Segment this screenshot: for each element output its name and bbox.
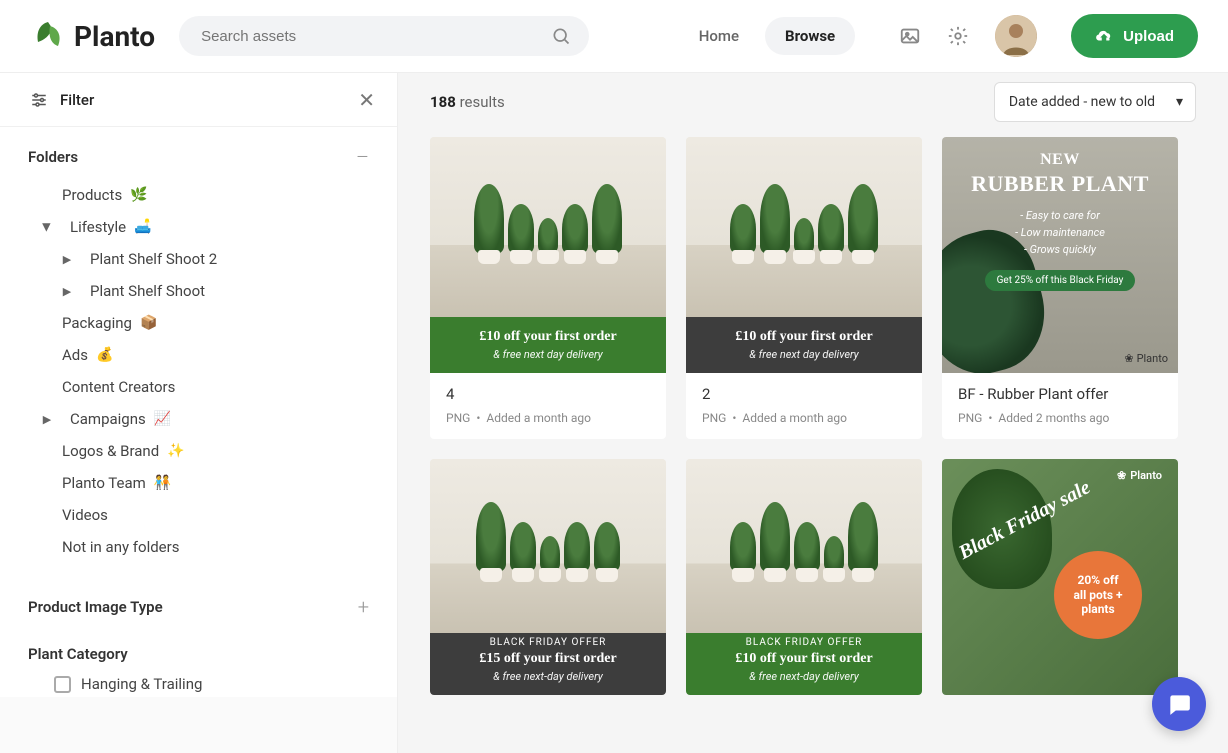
asset-thumb: ❀Planto Black Friday sale 20% off all po… [942, 459, 1178, 695]
brand-logo[interactable]: Planto [30, 18, 155, 54]
folder-lifestyle[interactable]: ▶Lifestyle🛋️ [28, 211, 369, 243]
chevron-right-icon: ▶ [40, 413, 54, 426]
asset-thumb: ❀Planto £10 off your first order & free … [686, 137, 922, 373]
results-count: 188 results [430, 93, 505, 111]
planto-badge: ❀Planto [1124, 352, 1168, 365]
filter-header: Filter ✕ [0, 73, 397, 127]
search-wrap [179, 16, 589, 56]
asset-card[interactable]: ❀Planto £10 off your first order & free … [686, 137, 922, 439]
primary-nav: Home Browse [679, 17, 855, 55]
leaf-icon: ❀ [1117, 469, 1126, 482]
asset-title: 4 [446, 385, 650, 403]
user-avatar[interactable] [995, 15, 1037, 57]
nav-home[interactable]: Home [679, 17, 759, 55]
cloud-upload-icon [1095, 27, 1113, 45]
expand-icon: + [358, 595, 369, 619]
asset-card[interactable]: NEW RUBBER PLANT - Easy to care for - Lo… [942, 137, 1178, 439]
section-plant-category-header[interactable]: Plant Category [28, 641, 369, 667]
app-header: Planto Home Browse Upload [0, 0, 1228, 73]
checkbox-label: Hanging & Trailing [81, 675, 202, 693]
promo-banner: BLACK FRIDAY OFFER £10 off your first or… [686, 633, 922, 695]
folder-plant-shelf[interactable]: ▶Plant Shelf Shoot [28, 275, 369, 307]
discount-burst: 20% off all pots + plants [1054, 551, 1142, 639]
asset-title: 2 [702, 385, 906, 403]
asset-meta: BF - Rubber Plant offer PNG•Added 2 mont… [942, 373, 1178, 439]
sort-select[interactable]: Date added - new to old ▾ [994, 82, 1196, 122]
nav-browse[interactable]: Browse [765, 17, 855, 55]
asset-thumb: ❀Planto BLACK FRIDAY OFFER £10 off your … [686, 459, 922, 695]
image-icon[interactable] [899, 25, 921, 47]
checkbox-icon [54, 676, 71, 693]
results-toolbar: 188 results Date added - new to old ▾ [398, 73, 1228, 131]
folder-products[interactable]: Products🌿 [28, 179, 369, 211]
promo-banner: £10 off your first order & free next day… [686, 317, 922, 373]
leaf-icon [30, 18, 66, 54]
asset-card[interactable]: ❀Planto BLACK FRIDAY OFFER £10 off your … [686, 459, 922, 695]
upload-label: Upload [1123, 28, 1174, 45]
asset-title: BF - Rubber Plant offer [958, 385, 1162, 403]
folder-ads[interactable]: Ads💰 [28, 339, 369, 371]
sort-label: Date added - new to old [1009, 94, 1155, 110]
chevron-right-icon: ▶ [60, 253, 74, 266]
section-folders: Folders – Products🌿 ▶Lifestyle🛋️ ▶Plant … [0, 127, 397, 577]
section-product-type-header[interactable]: Product Image Type + [28, 591, 369, 623]
sofa-icon: 🛋️ [134, 219, 151, 235]
chat-icon [1166, 691, 1192, 717]
section-product-type: Product Image Type + [0, 577, 397, 627]
section-plant-category: Plant Category Hanging & Trailing [0, 627, 397, 697]
asset-grid: ❀Planto £10 off your first order & free … [398, 131, 1228, 719]
asset-thumb: ❀Planto BLACK FRIDAY OFFER £15 off your … [430, 459, 666, 695]
folder-unfiled[interactable]: Not in any folders [28, 531, 369, 563]
section-folders-title: Folders [28, 148, 78, 166]
filter-icon [30, 91, 48, 109]
people-icon: 🧑‍🤝‍🧑 [154, 475, 171, 491]
filter-sidebar: Filter ✕ Folders – Products🌿 ▶Lifestyle🛋… [0, 73, 398, 753]
close-icon[interactable]: ✕ [358, 88, 375, 112]
asset-meta: 2 PNG•Added a month ago [686, 373, 922, 439]
folder-planto-team[interactable]: Planto Team🧑‍🤝‍🧑 [28, 467, 369, 499]
chevron-down-icon: ▾ [1176, 94, 1183, 110]
herb-icon: 🌿 [130, 187, 147, 203]
body: Filter ✕ Folders – Products🌿 ▶Lifestyle🛋… [0, 73, 1228, 753]
folder-tree: Products🌿 ▶Lifestyle🛋️ ▶Plant Shelf Shoo… [28, 173, 369, 573]
chart-icon: 📈 [154, 411, 171, 427]
search-icon[interactable] [551, 26, 571, 46]
chevron-down-icon: ▶ [41, 220, 54, 234]
section-folders-header[interactable]: Folders – [28, 141, 369, 173]
asset-thumb: NEW RUBBER PLANT - Easy to care for - Lo… [942, 137, 1178, 373]
promo-banner: BLACK FRIDAY OFFER £15 off your first or… [430, 633, 666, 695]
asset-card[interactable]: ❀Planto BLACK FRIDAY OFFER £15 off your … [430, 459, 666, 695]
brand-name: Planto [74, 20, 155, 53]
upload-button[interactable]: Upload [1071, 14, 1198, 58]
main-content: 188 results Date added - new to old ▾ ❀P… [398, 73, 1228, 753]
section-plant-category-title: Plant Category [28, 645, 128, 663]
search-input[interactable] [179, 16, 589, 56]
collapse-icon: – [356, 145, 369, 169]
folder-packaging[interactable]: Packaging📦 [28, 307, 369, 339]
section-product-type-title: Product Image Type [28, 598, 163, 616]
gear-icon[interactable] [947, 25, 969, 47]
folder-plant-shelf-2[interactable]: ▶Plant Shelf Shoot 2 [28, 243, 369, 275]
box-icon: 📦 [140, 315, 157, 331]
sparkle-icon: ✨ [167, 443, 184, 459]
promo-banner: £10 off your first order & free next day… [430, 317, 666, 373]
checkbox-hanging-trailing[interactable]: Hanging & Trailing [28, 667, 369, 693]
chat-fab[interactable] [1152, 677, 1206, 731]
folder-videos[interactable]: Videos [28, 499, 369, 531]
folder-logos-brand[interactable]: Logos & Brand✨ [28, 435, 369, 467]
leaf-icon: ❀ [1124, 352, 1133, 365]
asset-card[interactable]: ❀Planto Black Friday sale 20% off all po… [942, 459, 1178, 695]
asset-meta: 4 PNG•Added a month ago [430, 373, 666, 439]
header-icons: Upload [899, 14, 1198, 58]
asset-card[interactable]: ❀Planto £10 off your first order & free … [430, 137, 666, 439]
folder-content-creators[interactable]: Content Creators [28, 371, 369, 403]
asset-thumb: ❀Planto £10 off your first order & free … [430, 137, 666, 373]
filter-title: Filter [60, 91, 94, 109]
folder-campaigns[interactable]: ▶Campaigns📈 [28, 403, 369, 435]
planto-badge: ❀Planto [1111, 467, 1168, 484]
chevron-right-icon: ▶ [60, 285, 74, 298]
money-icon: 💰 [96, 347, 113, 363]
